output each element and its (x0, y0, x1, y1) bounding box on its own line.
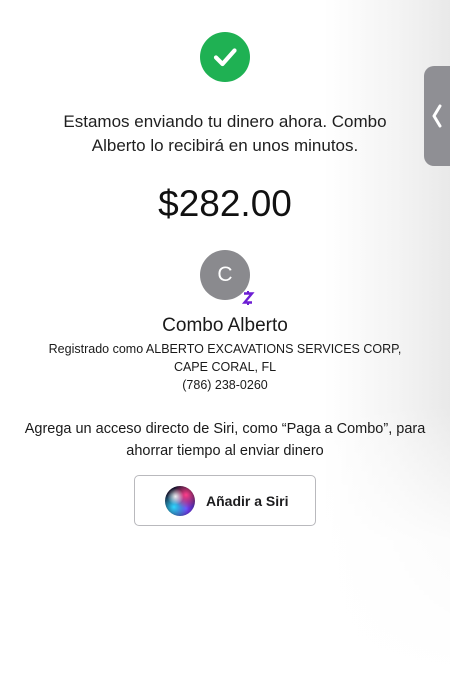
add-to-siri-label: Añadir a Siri (206, 492, 289, 509)
avatar-initial: C (217, 263, 233, 286)
confirmation-message: Estamos enviando tu dinero ahora. Combo … (63, 112, 387, 155)
side-panel-handle[interactable] (424, 66, 450, 166)
zelle-icon (241, 290, 255, 306)
recipient-details: Registrado como ALBERTO EXCAVATIONS SERV… (30, 340, 420, 394)
chevron-left-icon (432, 104, 442, 128)
recipient-location: CAPE CORAL, FL (173, 360, 277, 374)
registered-name: Registrado como ALBERTO EXCAVATIONS SERV… (48, 342, 402, 356)
siri-shortcut-prompt: Agrega un acceso directo de Siri, como “… (24, 421, 426, 459)
success-check-icon (200, 32, 250, 82)
recipient-phone: (786) 238-0260 (182, 378, 268, 392)
add-to-siri-button[interactable]: Añadir a Siri (134, 475, 316, 526)
payment-amount: $282.00 (158, 183, 292, 224)
siri-icon (165, 485, 195, 516)
recipient-name: Combo Alberto (162, 315, 288, 336)
payment-confirmation-screen: Estamos enviando tu dinero ahora. Combo … (0, 0, 450, 675)
